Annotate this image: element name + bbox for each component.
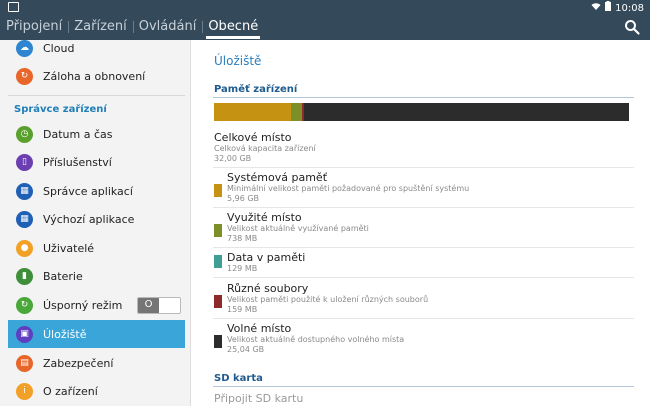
row-title: Celkové místo bbox=[214, 131, 292, 144]
tab-controls[interactable]: Ovládání bbox=[132, 14, 203, 40]
storage-usage-bar bbox=[214, 103, 629, 121]
row-description: Velikost paměti použité k uložení různýc… bbox=[227, 295, 429, 304]
divider bbox=[213, 207, 634, 208]
page-title: Úložiště bbox=[214, 54, 262, 68]
sidebar-item-cloud[interactable]: ☁ Cloud bbox=[8, 40, 185, 62]
color-swatch bbox=[214, 255, 222, 268]
sidebar-item-about-device[interactable]: i O zařízení bbox=[8, 377, 185, 405]
row-value: 129 MB bbox=[227, 264, 258, 273]
tab-device[interactable]: Zařízení bbox=[68, 14, 133, 40]
accessory-icon: ▯ bbox=[16, 153, 33, 171]
row-value: 159 MB bbox=[227, 305, 258, 314]
gallery-notification-icon bbox=[8, 2, 19, 12]
battery-status-icon bbox=[605, 1, 612, 15]
apps-grid-icon: ▦ bbox=[16, 182, 33, 200]
sidebar-item-users[interactable]: ● Uživatelé bbox=[8, 234, 185, 262]
sidebar-item-accessories[interactable]: ▯ Příslušenství bbox=[8, 148, 185, 176]
row-description: Velikost aktuálně využívané paměti bbox=[227, 224, 369, 233]
row-title: Systémová paměť bbox=[227, 171, 328, 184]
color-swatch bbox=[214, 295, 222, 308]
wifi-icon bbox=[591, 2, 601, 15]
users-icon: ● bbox=[16, 239, 33, 257]
color-swatch bbox=[214, 335, 222, 348]
storage-icon: ▣ bbox=[16, 325, 33, 343]
sidebar-item-label: Záloha a obnovení bbox=[43, 69, 146, 83]
sidebar-item-label: Uživatelé bbox=[43, 241, 95, 255]
default-apps-icon: ▦ bbox=[16, 210, 33, 228]
sidebar-item-label: Úložiště bbox=[43, 327, 87, 341]
storage-segment-free bbox=[304, 103, 629, 121]
sidebar-item-storage[interactable]: ▣ Úložiště bbox=[8, 320, 185, 348]
row-description: Minimální velikost paměti požadované pro… bbox=[227, 184, 470, 193]
row-title: Volné místo bbox=[227, 322, 292, 335]
row-title: Data v paměti bbox=[227, 251, 306, 264]
sidebar-item-label: Příslušenství bbox=[43, 155, 112, 169]
sidebar-item-date-time[interactable]: ◷ Datum a čas bbox=[8, 120, 185, 148]
info-icon: i bbox=[16, 382, 33, 400]
row-title: Využité místo bbox=[227, 211, 302, 224]
sidebar-section-title: Správce zařízení bbox=[14, 104, 107, 115]
battery-icon: ▮ bbox=[16, 267, 33, 285]
divider bbox=[213, 277, 634, 278]
cached-data-row[interactable]: Data v paměti 129 MB bbox=[214, 251, 634, 274]
sidebar-item-label: Správce aplikací bbox=[43, 184, 133, 198]
divider bbox=[213, 247, 634, 248]
section-divider bbox=[213, 97, 634, 98]
color-swatch bbox=[214, 224, 222, 237]
backup-icon: ↻ bbox=[16, 67, 33, 85]
toggle-knob: O bbox=[138, 298, 159, 313]
row-title: Různé soubory bbox=[227, 282, 309, 295]
section-sd-card: SD karta bbox=[214, 373, 263, 384]
sidebar-item-label: Datum a čas bbox=[43, 127, 113, 141]
row-value: 32,00 GB bbox=[214, 154, 252, 163]
sidebar-item-power-saving[interactable]: ↻ Úsporný režim O bbox=[8, 291, 185, 319]
divider bbox=[213, 167, 634, 168]
section-device-memory: Paměť zařízení bbox=[214, 84, 298, 95]
row-description: Celková kapacita zařízení bbox=[214, 144, 316, 153]
sidebar-item-label: O zařízení bbox=[43, 384, 98, 398]
mount-sd-card-button[interactable]: Připojit SD kartu bbox=[214, 392, 303, 405]
color-swatch bbox=[214, 184, 222, 197]
storage-panel: Úložiště Paměť zařízení Celkové místo Ce… bbox=[191, 40, 650, 406]
row-description: Velikost aktuálně dostupného volného mís… bbox=[227, 335, 405, 344]
power-saving-toggle[interactable]: O bbox=[137, 297, 181, 314]
free-space-row[interactable]: Volné místo Velikost aktuálně dostupného… bbox=[214, 322, 634, 355]
sidebar-item-default-apps[interactable]: ▦ Výchozí aplikace bbox=[8, 205, 185, 233]
row-value: 5,96 GB bbox=[227, 194, 260, 203]
tab-general[interactable]: Obecné bbox=[202, 14, 264, 40]
settings-tabs: Připojení Zařízení Ovládání Obecné bbox=[0, 14, 650, 40]
status-time: 10:08 bbox=[615, 2, 644, 14]
sidebar-item-app-manager[interactable]: ▦ Správce aplikací bbox=[8, 177, 185, 205]
misc-files-row[interactable]: Různé soubory Velikost paměti použité k … bbox=[214, 282, 634, 315]
sidebar: ☁ Cloud ↻ Záloha a obnovení Správce zaří… bbox=[0, 40, 191, 406]
system-memory-row[interactable]: Systémová paměť Minimální velikost pamět… bbox=[214, 171, 634, 204]
storage-segment-system bbox=[214, 103, 292, 121]
used-space-row[interactable]: Využité místo Velikost aktuálně využívan… bbox=[214, 211, 634, 244]
sidebar-item-label: Baterie bbox=[43, 269, 83, 283]
sidebar-item-security[interactable]: ▤ Zabezpečení bbox=[8, 349, 185, 377]
search-icon[interactable] bbox=[624, 19, 640, 35]
lock-icon: ▤ bbox=[16, 354, 33, 372]
sidebar-item-label: Cloud bbox=[43, 41, 75, 55]
tab-connections[interactable]: Připojení bbox=[0, 14, 68, 40]
status-bar: 10:08 bbox=[0, 0, 650, 14]
sidebar-item-label: Úsporný režim bbox=[43, 298, 123, 312]
sidebar-item-battery[interactable]: ▮ Baterie bbox=[8, 262, 185, 290]
row-value: 25,04 GB bbox=[227, 345, 265, 354]
sidebar-item-label: Výchozí aplikace bbox=[43, 212, 135, 226]
sidebar-item-backup[interactable]: ↻ Záloha a obnovení bbox=[8, 62, 185, 90]
divider bbox=[213, 318, 634, 319]
power-saving-icon: ↻ bbox=[16, 296, 33, 314]
row-value: 738 MB bbox=[227, 234, 258, 243]
storage-segment-used bbox=[291, 103, 301, 121]
sidebar-item-label: Zabezpečení bbox=[43, 356, 114, 370]
section-divider bbox=[213, 386, 634, 387]
cloud-icon: ☁ bbox=[16, 40, 33, 57]
clock-icon: ◷ bbox=[16, 125, 33, 143]
divider bbox=[8, 95, 185, 96]
total-space-row[interactable]: Celkové místo Celková kapacita zařízení … bbox=[214, 131, 634, 164]
